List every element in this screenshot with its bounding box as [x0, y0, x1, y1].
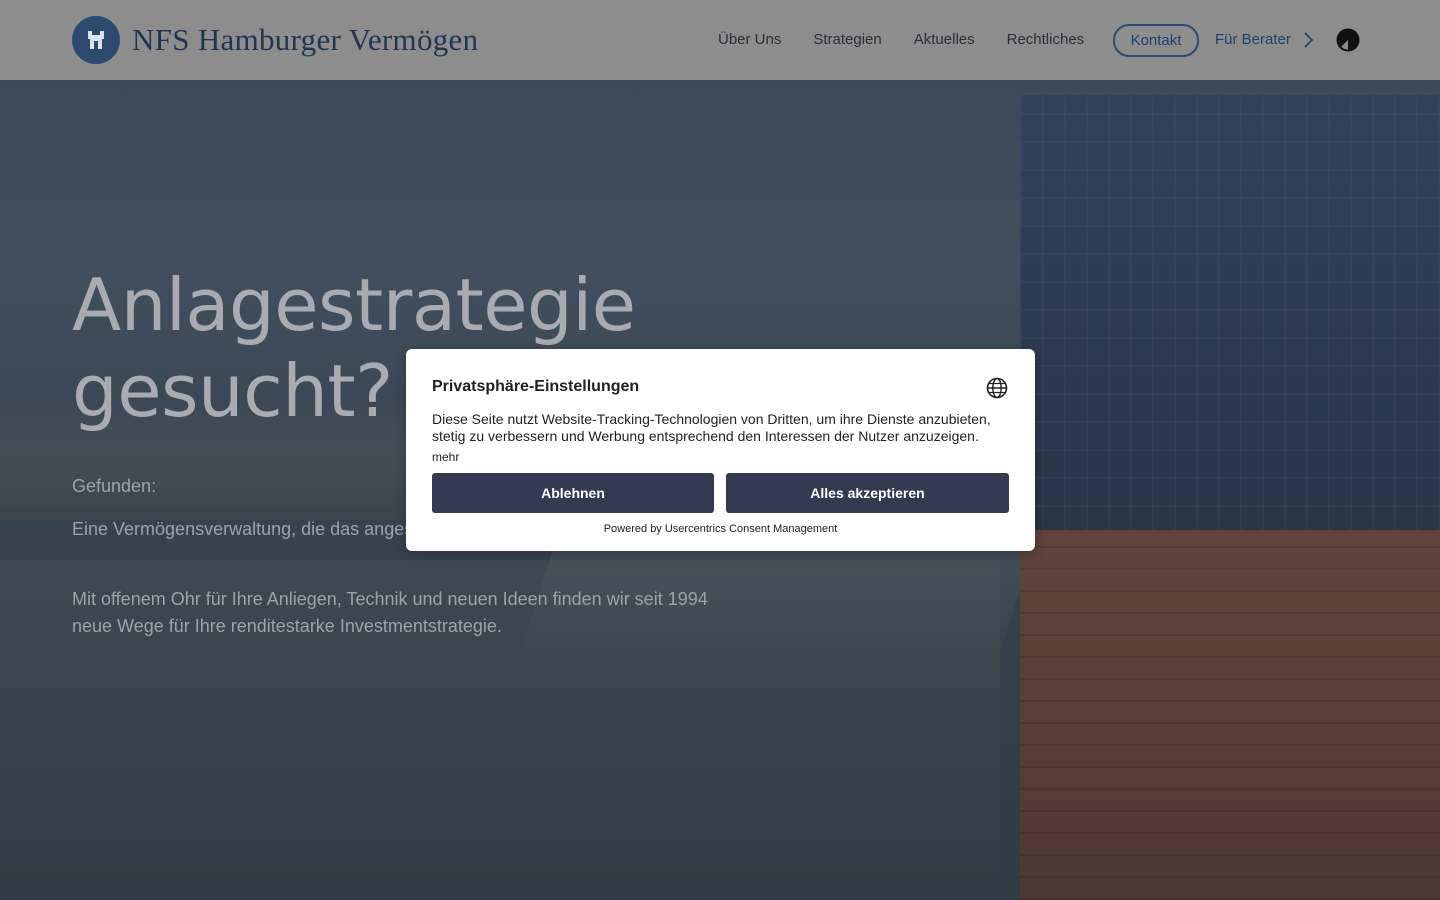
globe-icon[interactable] [986, 377, 1008, 399]
deny-button[interactable]: Ablehnen [432, 473, 714, 513]
nav-item-rechtliches[interactable]: Rechtliches [1007, 24, 1085, 56]
fuer-berater-link[interactable]: Für Berater [1215, 24, 1315, 56]
logo-text: NFS Hamburger Vermögen [132, 22, 479, 57]
site-logo[interactable]: NFS Hamburger Vermögen [72, 16, 478, 64]
consent-dialog: Privatsphäre-Einstellungen Diese Seite n… [406, 349, 1035, 551]
consent-more-link[interactable]: mehr [432, 450, 459, 464]
consent-powered-by: Powered by Usercentrics Consent Manageme… [603, 523, 838, 535]
hero-title-line1: Anlagestrategie [72, 263, 636, 347]
kontakt-button[interactable]: Kontakt [1113, 24, 1199, 57]
accept-all-button[interactable]: Alles akzeptieren [726, 473, 1009, 513]
nav-item-aktuelles[interactable]: Aktuelles [914, 24, 975, 56]
nav-item-strategien[interactable]: Strategien [813, 24, 881, 56]
site-header: NFS Hamburger Vermögen Über Uns Strategi… [0, 0, 1440, 80]
consent-title: Privatsphäre-Einstellungen [432, 378, 640, 395]
city-crest-icon [72, 16, 120, 64]
fuer-berater-label: Für Berater [1215, 31, 1291, 48]
contrast-toggle-icon[interactable] [1336, 28, 1360, 52]
hero-paragraph-2: Mit offenem Ohr für Ihre Anliegen, Techn… [72, 589, 708, 636]
main-nav: Über Uns Strategien Aktuelles Rechtliche… [718, 24, 1116, 56]
nav-item-ueber-uns[interactable]: Über Uns [718, 24, 781, 56]
consent-text: Diese Seite nutzt Website-Tracking-Techn… [432, 411, 991, 444]
chevron-right-icon [1304, 32, 1313, 48]
hero-found-label: Gefunden: [72, 476, 157, 496]
